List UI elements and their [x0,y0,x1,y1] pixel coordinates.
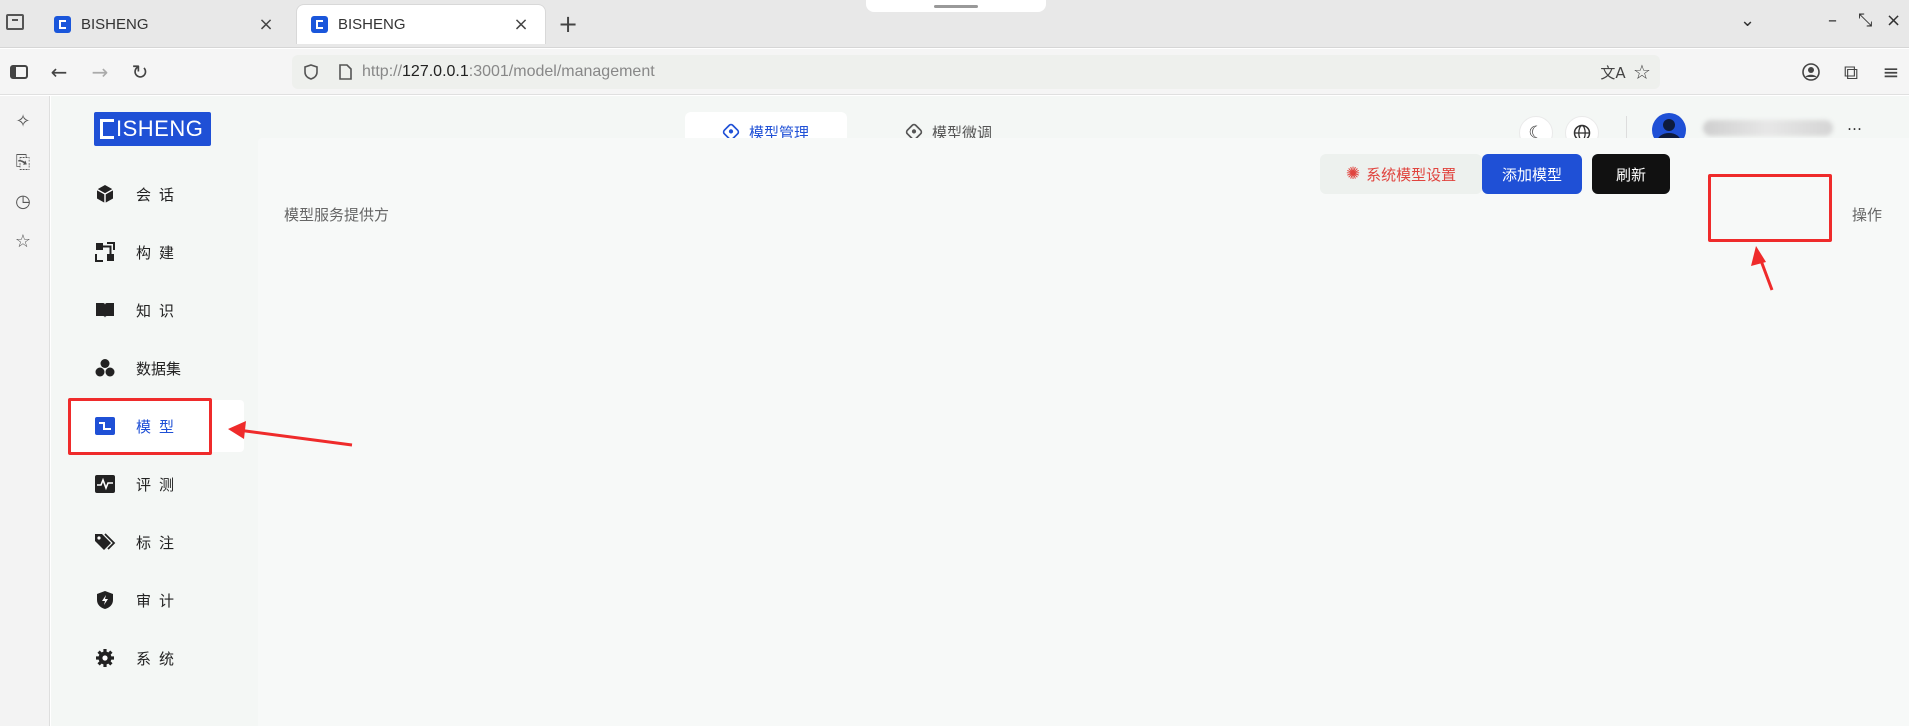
annotation-arrowhead-up [1751,246,1766,266]
annotation-arrowhead-left [228,421,246,439]
annotation-arrow-line-left [237,428,353,447]
annotation-arrows [228,246,1774,447]
